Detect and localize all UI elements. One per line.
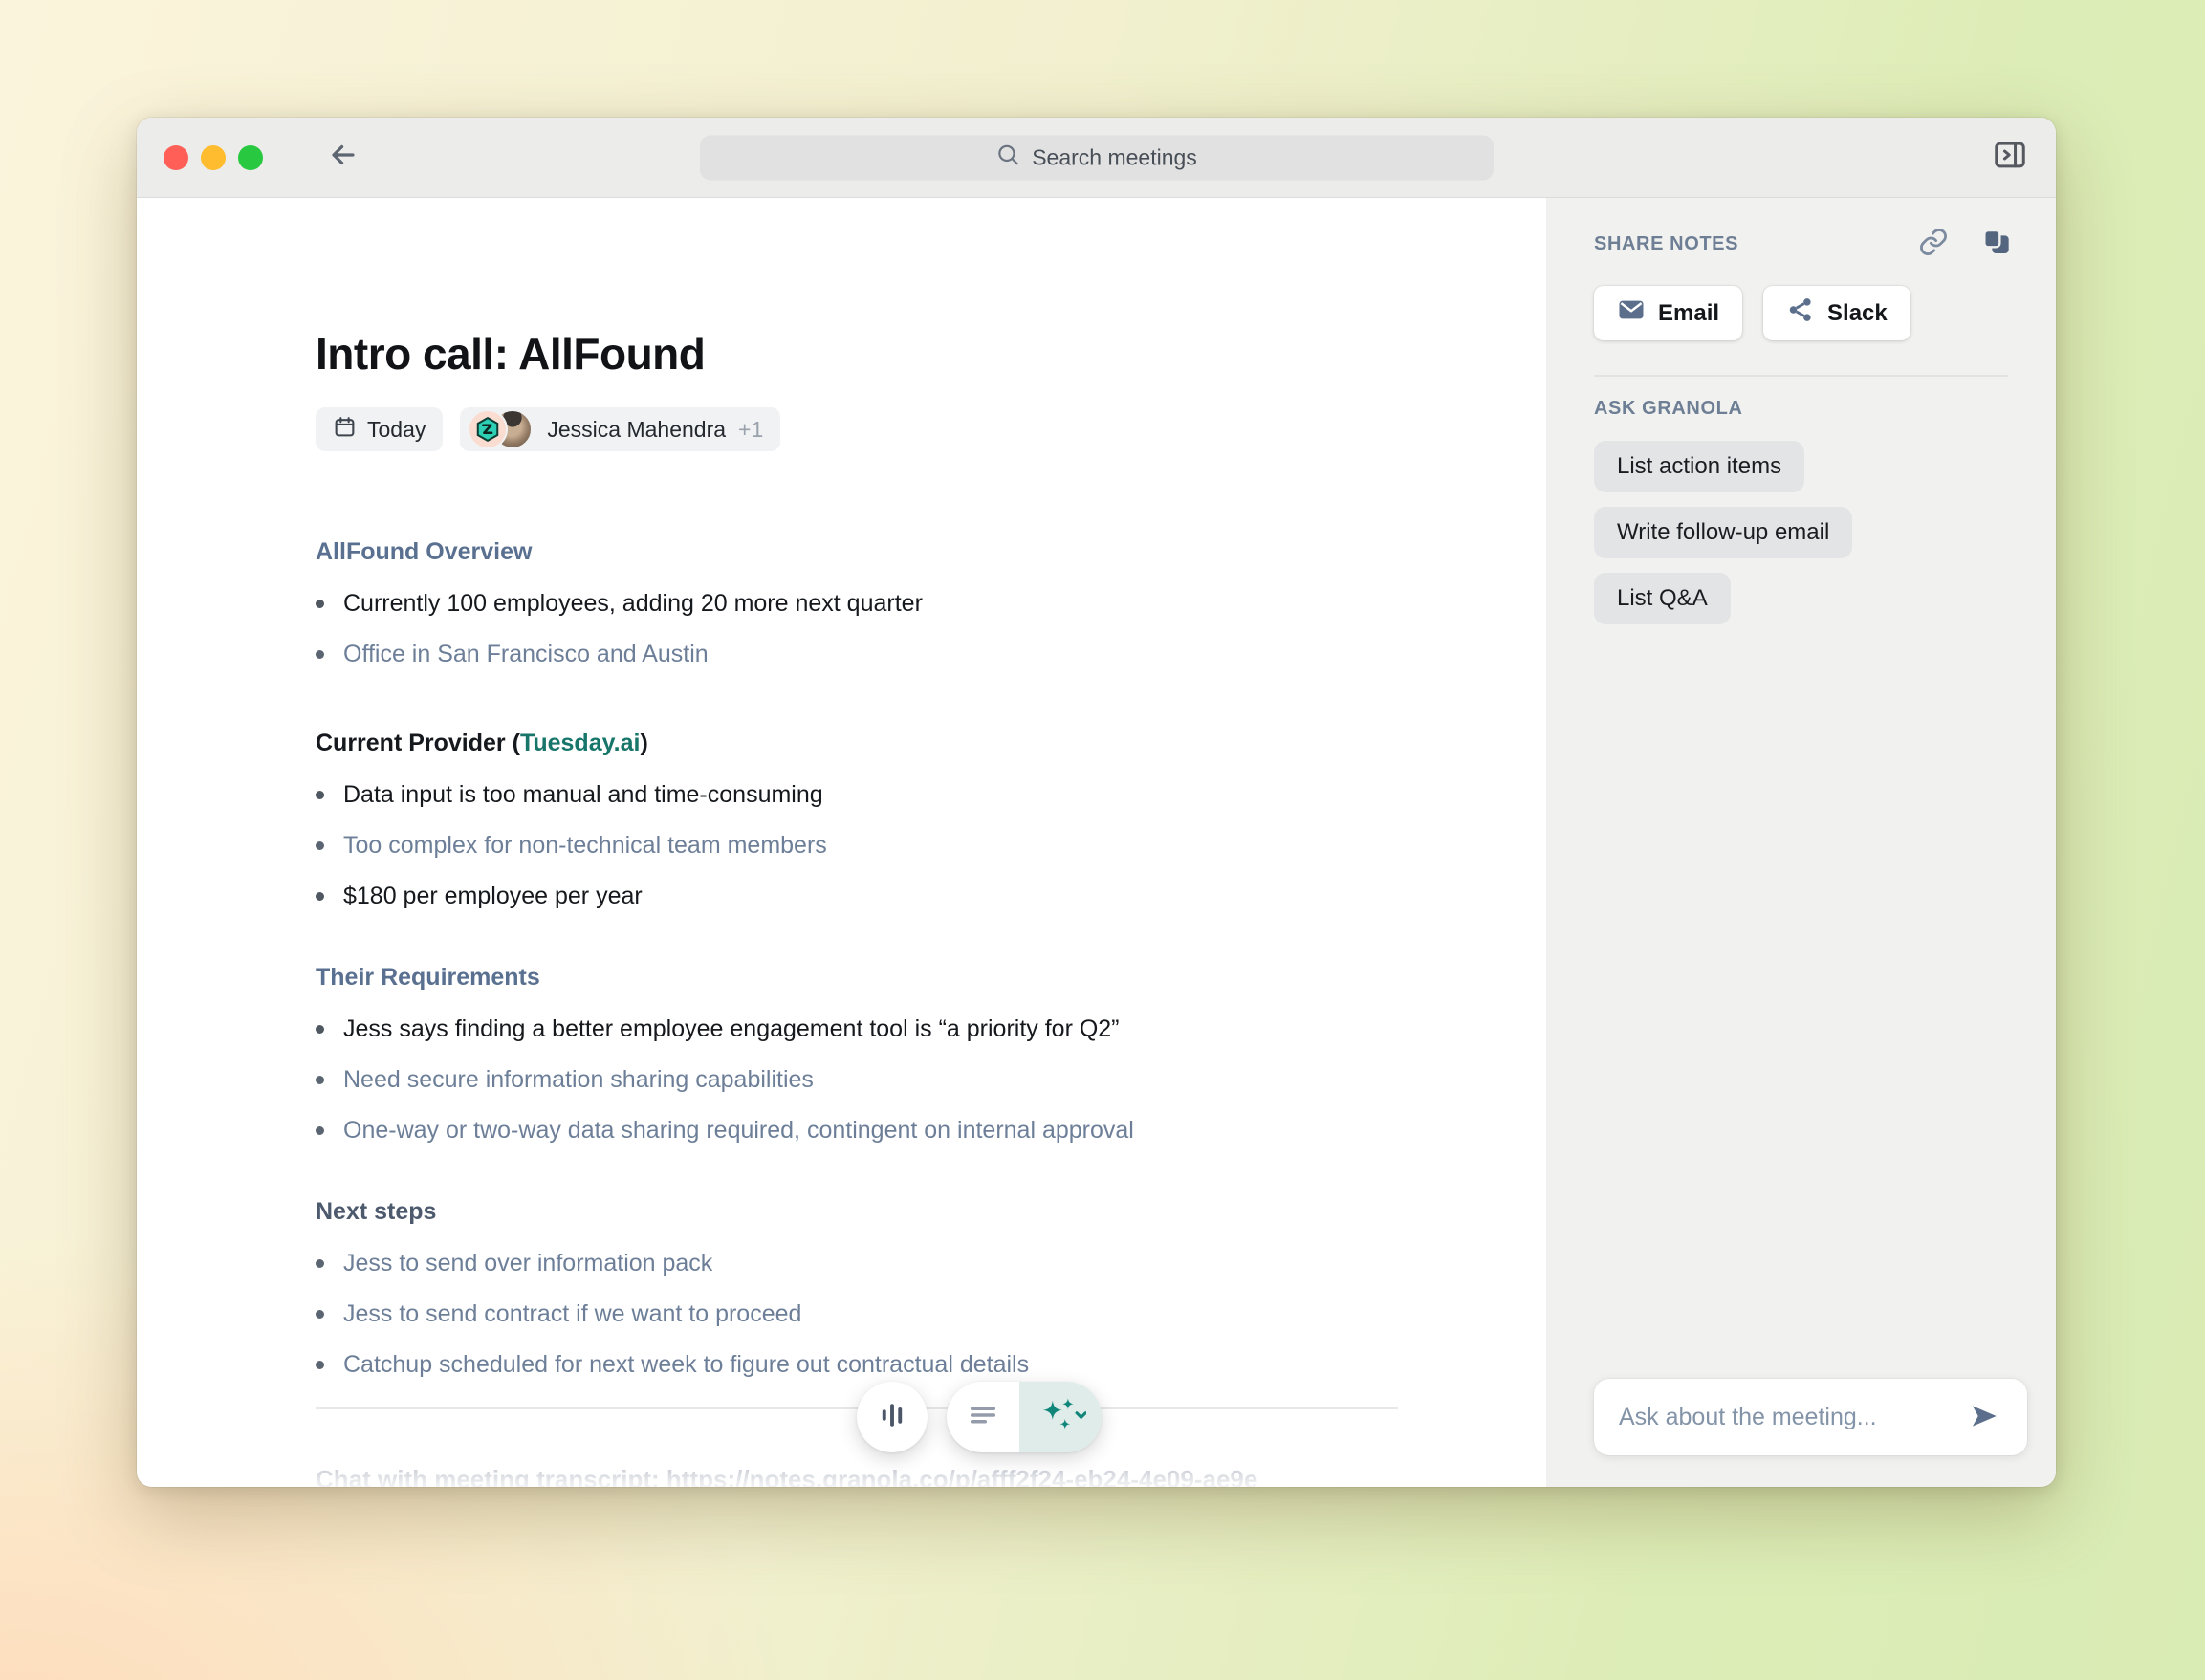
bullet-list: Data input is too manual and time-consum… [316, 776, 1546, 914]
attendee-name: Jessica Mahendra [547, 417, 726, 443]
sparkles-icon [1037, 1396, 1086, 1439]
list-item: One-way or two-way data sharing required… [316, 1112, 1546, 1148]
note-title[interactable]: Intro call: AllFound [316, 330, 1546, 379]
zoom-window-button[interactable] [238, 145, 263, 170]
list-item: Jess to send over information pack [316, 1245, 1546, 1281]
waveform-icon [875, 1398, 909, 1437]
toggle-sidebar-button[interactable] [1989, 137, 2031, 179]
bullet-dot [316, 791, 324, 799]
title-bar: Search meetings [137, 118, 2056, 198]
back-arrow-icon [327, 139, 360, 176]
share-email-button[interactable]: Email [1594, 286, 1742, 340]
notes-mode-toggle [947, 1382, 1102, 1452]
my-notes-toggle-button[interactable] [947, 1382, 1019, 1452]
note-floating-toolbar [857, 1382, 1102, 1452]
sidebar-divider [1594, 375, 2008, 377]
share-slack-button[interactable]: Slack [1763, 286, 1910, 340]
bullet-dot [316, 600, 324, 608]
prompt-list-qa[interactable]: List Q&A [1594, 573, 1731, 624]
close-window-button[interactable] [164, 145, 188, 170]
share-notes-label: SHARE NOTES [1594, 233, 1738, 255]
search-icon [995, 142, 1020, 173]
bullet-dot [316, 892, 324, 901]
list-item: Need secure information sharing capabili… [316, 1061, 1546, 1098]
granola-prompts: List action items Write follow-up email … [1594, 441, 2027, 624]
email-button-label: Email [1658, 300, 1719, 327]
traffic-lights [164, 145, 263, 170]
list-item: Jess to send contract if we want to proc… [316, 1296, 1546, 1332]
slack-button-label: Slack [1827, 300, 1888, 327]
transcript-link-faded: Chat with meeting transcript: https://no… [316, 1465, 1546, 1487]
text-lines-icon [966, 1398, 1000, 1437]
back-button[interactable] [322, 137, 364, 179]
section-heading-allfound-overview: AllFound Overview [316, 535, 1546, 568]
email-icon [1617, 295, 1646, 331]
date-chip-label: Today [367, 417, 426, 443]
tuesday-ai-link[interactable]: Tuesday.ai [520, 730, 641, 756]
ask-granola-label: ASK GRANOLA [1594, 398, 2027, 420]
section-heading-current-provider: Current Provider (Tuesday.ai) [316, 727, 1546, 759]
list-item: Currently 100 employees, adding 20 more … [316, 585, 1546, 622]
list-item: Data input is too manual and time-consum… [316, 776, 1546, 813]
meeting-meta-row: Today Jessica Mahendra +1 [316, 407, 1546, 451]
company-logo-avatar [468, 409, 508, 449]
bullet-dot [316, 1310, 324, 1319]
sidebar-toggle-icon [1992, 137, 2028, 178]
transcript-audio-button[interactable] [857, 1382, 928, 1452]
share-sidebar: SHARE NOTES [1546, 198, 2056, 1487]
enhanced-notes-toggle-button[interactable] [1019, 1382, 1102, 1452]
bullet-dot [316, 1025, 324, 1034]
send-icon [1968, 1400, 2000, 1435]
send-button[interactable] [1962, 1395, 2006, 1439]
copy-link-button[interactable] [1914, 225, 1953, 263]
attendee-avatars [468, 408, 536, 450]
attendees-chip[interactable]: Jessica Mahendra +1 [460, 407, 780, 451]
prompt-list-action-items[interactable]: List action items [1594, 441, 1804, 492]
copy-icon [1981, 227, 2012, 262]
ask-meeting-input[interactable] [1619, 1404, 1962, 1431]
list-item: Jess says finding a better employee enga… [316, 1011, 1546, 1047]
list-item: Office in San Francisco and Austin [316, 636, 1546, 672]
minimize-window-button[interactable] [201, 145, 226, 170]
list-item: Catchup scheduled for next week to figur… [316, 1346, 1546, 1383]
calendar-icon [333, 415, 357, 445]
bullet-list: Jess says finding a better employee enga… [316, 1011, 1546, 1148]
bullet-list: Jess to send over information pack Jess … [316, 1245, 1546, 1383]
share-nodes-icon [1786, 295, 1815, 331]
section-heading-their-requirements: Their Requirements [316, 961, 1546, 993]
search-meetings-button[interactable]: Search meetings [700, 135, 1494, 180]
bullet-dot [316, 1076, 324, 1084]
bullet-dot [316, 1361, 324, 1369]
prompt-write-follow-up-email[interactable]: Write follow-up email [1594, 507, 1852, 558]
link-icon [1918, 227, 1949, 262]
bullet-dot [316, 650, 324, 659]
date-chip[interactable]: Today [316, 407, 443, 451]
list-item: Too complex for non-technical team membe… [316, 827, 1546, 863]
bullet-dot [316, 1259, 324, 1268]
app-window: Search meetings Intro call: AllFound Tod… [137, 118, 2056, 1487]
copy-notes-button[interactable] [1977, 225, 2016, 263]
attendee-extra-count: +1 [738, 417, 763, 443]
bullet-dot [316, 841, 324, 850]
list-item: $180 per employee per year [316, 878, 1546, 914]
note-editor[interactable]: Intro call: AllFound Today Jessica [137, 198, 1546, 1487]
section-heading-next-steps: Next steps [316, 1195, 1546, 1228]
search-placeholder: Search meetings [1032, 144, 1197, 170]
bullet-list: Currently 100 employees, adding 20 more … [316, 585, 1546, 672]
ask-meeting-chatbox [1594, 1379, 2027, 1455]
bullet-dot [316, 1126, 324, 1135]
